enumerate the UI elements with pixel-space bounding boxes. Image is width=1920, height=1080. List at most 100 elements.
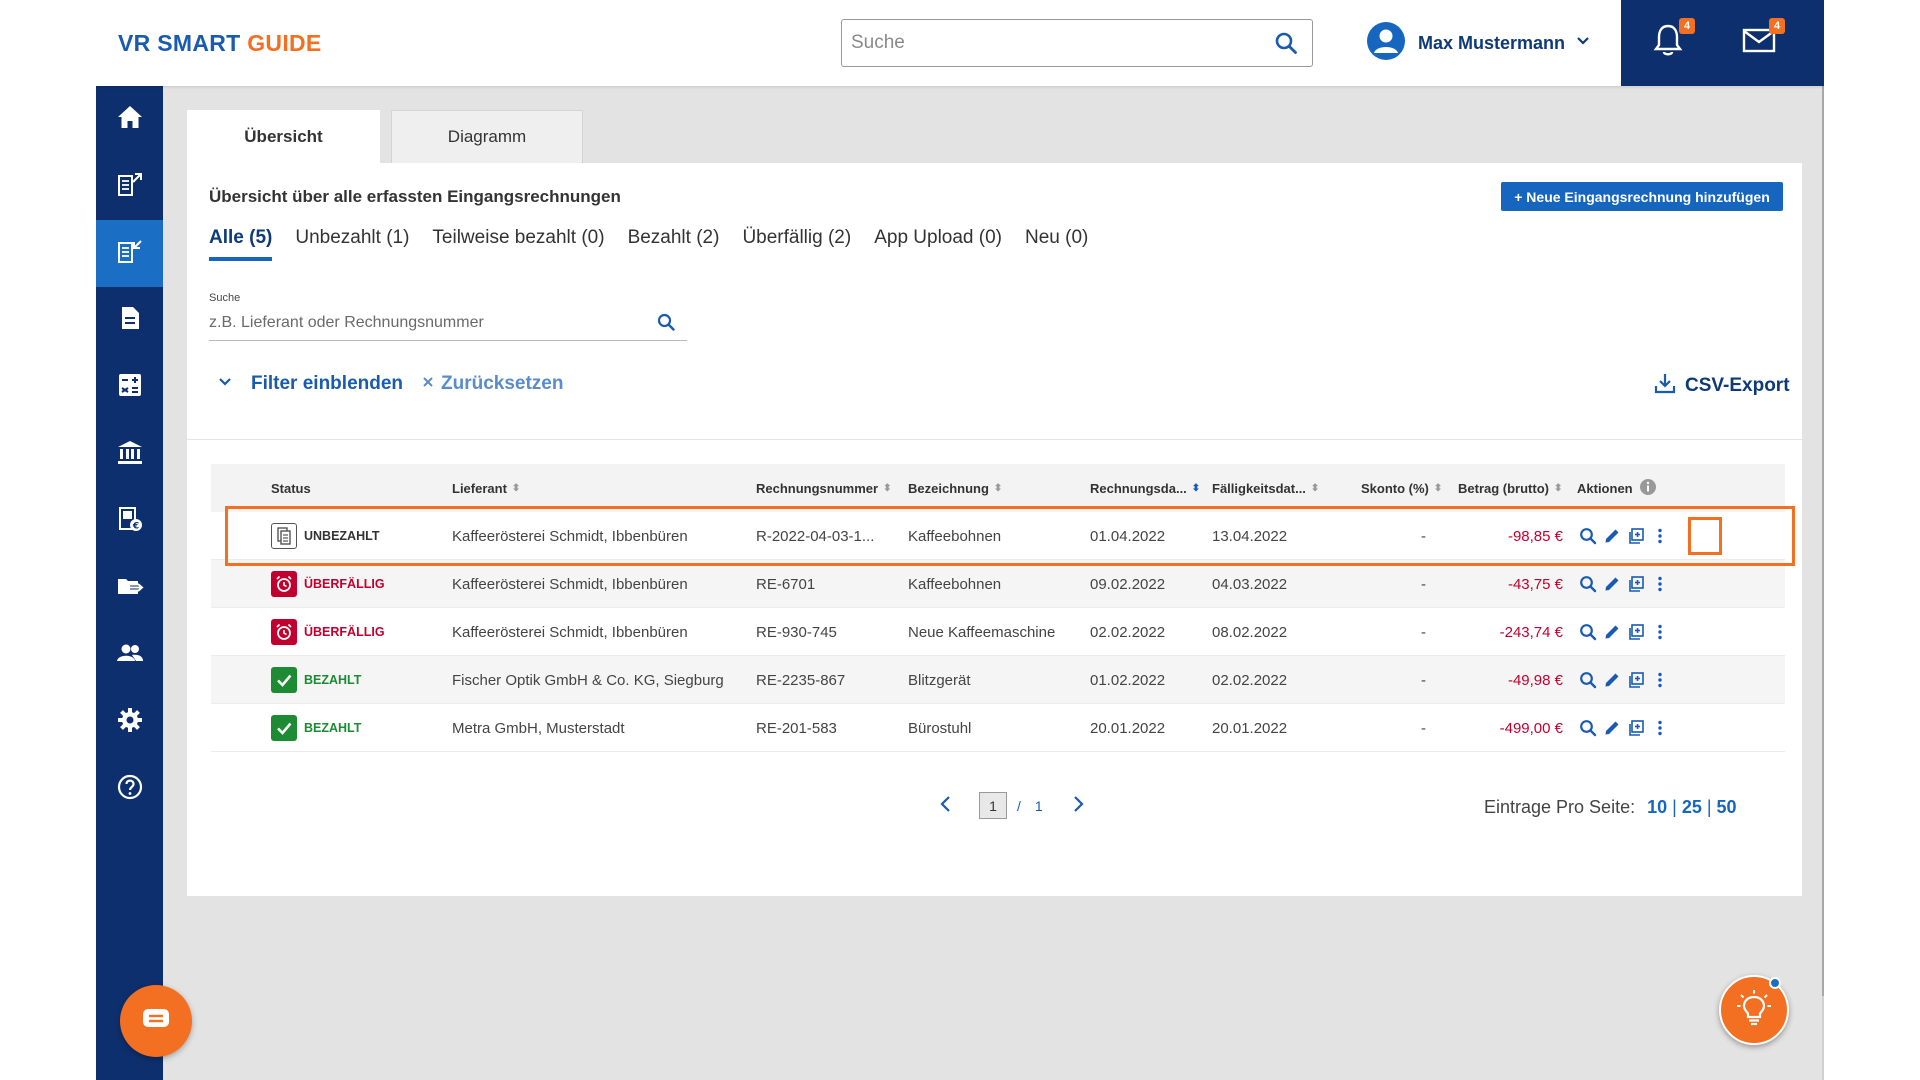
more-options-icon[interactable]: [1648, 716, 1672, 740]
sidebar-item-documents[interactable]: [96, 287, 163, 354]
messages-button[interactable]: 4: [1741, 18, 1785, 62]
column-header-invoice-date[interactable]: Rechnungsda... ⬍: [1090, 464, 1200, 512]
filter-tab-paid[interactable]: Bezahlt (2): [628, 227, 720, 261]
view-icon[interactable]: [1576, 572, 1600, 596]
previous-page-button[interactable]: [939, 795, 953, 816]
per-page-option-25[interactable]: 25: [1682, 797, 1702, 818]
info-icon[interactable]: [1639, 478, 1657, 499]
tips-button[interactable]: [1719, 975, 1789, 1045]
per-page-separator: |: [1706, 797, 1712, 817]
mail-icon: [1741, 28, 1777, 62]
filter-tab-unpaid[interactable]: Unbezahlt (1): [295, 227, 409, 261]
logo-part2: GUIDE: [247, 30, 322, 56]
filter-tab-app-upload[interactable]: App Upload (0): [874, 227, 1002, 261]
edit-icon[interactable]: [1600, 668, 1624, 692]
view-icon[interactable]: [1576, 524, 1600, 548]
table-row[interactable]: BEZAHLT Fischer Optik GmbH & Co. KG, Sie…: [211, 656, 1785, 704]
sidebar-item-calculations[interactable]: [96, 354, 163, 421]
user-menu[interactable]: Max Mustermann: [1366, 21, 1591, 66]
edit-icon[interactable]: [1600, 620, 1624, 644]
chat-button[interactable]: [120, 985, 192, 1057]
filter-tab-partially-paid[interactable]: Teilweise bezahlt (0): [432, 227, 604, 261]
column-header-amount[interactable]: Betrag (brutto) ⬍: [1458, 464, 1562, 512]
entries-per-page: Eintrage Pro Seite: 10 | 25 | 50: [1484, 797, 1737, 818]
reset-label: Zurücksetzen: [441, 373, 564, 394]
bell-icon: [1651, 24, 1685, 62]
table-row[interactable]: ÜBERFÄLLIG Kaffeerösterei Schmidt, Ibben…: [211, 560, 1785, 608]
per-page-option-50[interactable]: 50: [1717, 797, 1737, 818]
filter-tab-overdue[interactable]: Überfällig (2): [742, 227, 851, 261]
csv-export-button[interactable]: CSV-Export: [1653, 371, 1790, 400]
sidebar-item-contacts[interactable]: [96, 622, 163, 689]
duplicate-icon[interactable]: [1624, 524, 1648, 548]
table-row[interactable]: UNBEZAHLT Kaffeerösterei Schmidt, Ibbenb…: [211, 512, 1785, 560]
column-header-supplier[interactable]: Lieferant ⬍: [452, 464, 520, 512]
scrollbar-thumb[interactable]: [1822, 86, 1824, 996]
duplicate-icon[interactable]: [1624, 716, 1648, 740]
duplicate-icon[interactable]: [1624, 620, 1648, 644]
reset-filters-button[interactable]: Zurücksetzen: [421, 373, 563, 395]
view-icon[interactable]: [1576, 716, 1600, 740]
user-avatar-icon: [1366, 21, 1406, 66]
table-row[interactable]: ÜBERFÄLLIG Kaffeerösterei Schmidt, Ibben…: [211, 608, 1785, 656]
global-search-input[interactable]: [842, 20, 1262, 66]
column-header-due-date[interactable]: Fälligkeitsdat... ⬍: [1212, 464, 1319, 512]
cell-amount: -43,75 €: [1507, 575, 1563, 593]
incoming-invoices-icon: [116, 237, 144, 270]
sidebar-item-home[interactable]: [96, 86, 163, 153]
more-options-icon[interactable]: [1648, 620, 1672, 644]
more-options-icon[interactable]: [1648, 668, 1672, 692]
tab-diagram[interactable]: Diagramm: [391, 110, 583, 163]
sidebar-item-export[interactable]: [96, 555, 163, 622]
users-icon: [116, 639, 144, 672]
duplicate-icon[interactable]: [1624, 668, 1648, 692]
cell-invoice-date: 09.02.2022: [1090, 575, 1166, 593]
sidebar-item-incoming-invoices[interactable]: [96, 220, 163, 287]
pagination: 1 / 1: [939, 792, 1085, 819]
column-header-invoice-number[interactable]: Rechnungsnummer ⬍: [756, 464, 891, 512]
filter-toggle-button[interactable]: Filter einblenden: [217, 373, 403, 395]
invoice-search-input[interactable]: [209, 307, 649, 339]
sidebar-item-outgoing-invoices[interactable]: [96, 153, 163, 220]
sort-icon: ⬍: [1433, 482, 1443, 494]
more-options-icon[interactable]: [1648, 572, 1672, 596]
global-search: [841, 19, 1313, 67]
sort-icon: ⬍: [1191, 482, 1201, 494]
column-header-description[interactable]: Bezeichnung ⬍: [908, 464, 1002, 512]
app-logo[interactable]: VR SMART GUIDE: [118, 30, 322, 57]
top-header: VR SMART GUIDE Max Mustermann 4: [96, 0, 1824, 86]
next-page-button[interactable]: [1071, 795, 1085, 816]
edit-icon[interactable]: [1600, 572, 1624, 596]
sort-icon: ⬍: [1554, 482, 1563, 494]
edit-icon[interactable]: [1600, 716, 1624, 740]
tab-overview[interactable]: Übersicht: [187, 110, 380, 163]
page-title: Übersicht über alle erfassten Eingangsre…: [209, 187, 621, 206]
per-page-option-10[interactable]: 10: [1647, 797, 1667, 818]
status-badge: BEZAHLT: [271, 704, 361, 752]
search-icon[interactable]: [657, 313, 675, 336]
table-row[interactable]: BEZAHLT Metra GmbH, Musterstadt RE-201-5…: [211, 704, 1785, 752]
status-badge: ÜBERFÄLLIG: [271, 560, 385, 608]
notifications-button[interactable]: 4: [1651, 18, 1695, 62]
current-page[interactable]: 1: [979, 792, 1007, 819]
search-icon[interactable]: [1274, 31, 1298, 60]
edit-icon[interactable]: [1600, 524, 1624, 548]
filter-tab-all[interactable]: Alle (5): [209, 227, 273, 261]
cell-discount: -: [1421, 575, 1426, 593]
status-filter-tabs: Alle (5) Unbezahlt (1) Teilweise bezahlt…: [209, 227, 1111, 261]
sidebar-item-settings[interactable]: [96, 689, 163, 756]
view-icon[interactable]: [1576, 620, 1600, 644]
sidebar-item-bank[interactable]: [96, 421, 163, 488]
duplicate-icon[interactable]: [1624, 572, 1648, 596]
row-actions: [1576, 560, 1672, 608]
sidebar-item-tax[interactable]: €: [96, 488, 163, 555]
filter-tab-new[interactable]: Neu (0): [1025, 227, 1088, 261]
row-actions: [1576, 608, 1672, 656]
view-icon[interactable]: [1576, 668, 1600, 692]
column-header-discount[interactable]: Skonto (%) ⬍: [1361, 464, 1442, 512]
checkmark-icon: [271, 715, 297, 741]
add-invoice-button[interactable]: + Neue Eingangsrechnung hinzufügen: [1501, 182, 1783, 211]
cell-description: Blitzgerät: [908, 671, 971, 689]
more-options-icon[interactable]: [1648, 524, 1672, 548]
sidebar-item-help[interactable]: [96, 756, 163, 823]
